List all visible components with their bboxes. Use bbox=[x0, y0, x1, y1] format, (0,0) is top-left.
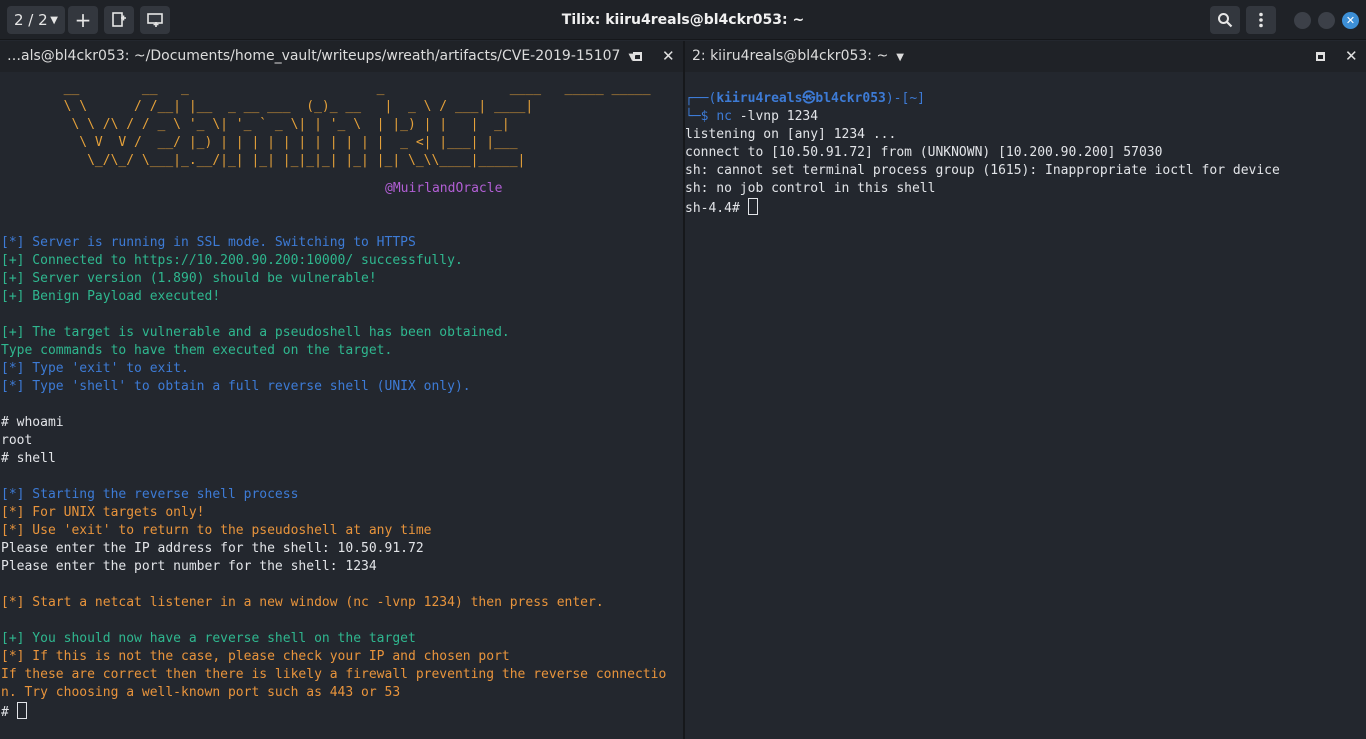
output-line: [*] If this is not the case, please chec… bbox=[1, 649, 510, 664]
output-line: [+] You should now have a reverse shell … bbox=[1, 631, 416, 646]
search-button[interactable] bbox=[1210, 6, 1240, 34]
output-line: [*] Start a netcat listener in a new win… bbox=[1, 595, 604, 610]
title-bar: 2 / 2 ▼ + Tilix: kiiru4reals@bl4ckr053: … bbox=[0, 0, 1366, 40]
output-line: listening on [any] 1234 ... bbox=[685, 127, 897, 142]
output-line: [*] Use 'exit' to return to the pseudosh… bbox=[1, 523, 432, 538]
prompt-text: # bbox=[1, 705, 17, 720]
banner-line: \ \ /\ / / _ \ '_ \| '_ ` _ \| | '_ \ | … bbox=[1, 117, 526, 132]
shell-prompt: # bbox=[1, 702, 27, 720]
output-line: Please enter the IP address for the shel… bbox=[1, 541, 424, 556]
banner-line: \_/\_/ \___|_.__/|_| |_| |_|_|_| |_| |_|… bbox=[1, 153, 526, 168]
menu-button[interactable] bbox=[1246, 6, 1276, 34]
banner-line: \ \ / /__| |__ _ __ ___ (_)_ __ | _ \ / … bbox=[1, 99, 534, 114]
banner-credit: @MuirlandOracle bbox=[385, 181, 503, 196]
left-terminal[interactable]: __ __ _ _ ____ _____ _____ \ \ / /__| |_… bbox=[0, 72, 683, 739]
command-args: -lvnp 1234 bbox=[731, 109, 819, 124]
right-pane-title: 2: kiiru4reals@bl4ckr053: ~ bbox=[692, 48, 889, 64]
prompt-corner: └─$ bbox=[685, 109, 717, 124]
output-line: If these are correct then there is likel… bbox=[1, 667, 667, 682]
output-line: # shell bbox=[1, 451, 56, 466]
output-line: [+] Connected to https://10.200.90.200:1… bbox=[1, 253, 463, 268]
output-line: [+] Benign Payload executed! bbox=[1, 289, 221, 304]
window-title: Tilix: kiiru4reals@bl4ckr053: ~ bbox=[561, 12, 805, 28]
command-name: nc bbox=[716, 109, 732, 124]
terminal-cursor bbox=[747, 198, 758, 215]
output-line: # whoami bbox=[1, 415, 64, 430]
maximize-pane-icon[interactable] bbox=[1316, 52, 1325, 61]
prompt-box-right: )-[~] bbox=[885, 91, 925, 106]
left-pane-title-button[interactable]: …als@bl4ckr053: ~/Documents/home_vault/w… bbox=[7, 41, 636, 73]
close-pane-icon[interactable]: ✕ bbox=[1345, 41, 1358, 72]
prompt-text: sh-4.4# bbox=[685, 201, 748, 216]
output-line: sh: no job control in this shell bbox=[685, 181, 936, 196]
output-line: Please enter the port number for the she… bbox=[1, 559, 377, 574]
banner-line: __ __ _ _ ____ _____ _____ bbox=[1, 81, 659, 96]
output-line: n. Try choosing a well-known port such a… bbox=[1, 685, 401, 700]
banner-line: \ V V / __/ |_) | | | | | | | | | | | _ … bbox=[1, 135, 526, 150]
output-line: [*] For UNIX targets only! bbox=[1, 505, 205, 520]
right-pane-header: 2: kiiru4reals@bl4ckr053: ~ ▼ ✕ bbox=[685, 41, 1366, 72]
output-line: [*] Server is running in SSL mode. Switc… bbox=[1, 235, 416, 250]
output-line: connect to [10.50.91.72] from (UNKNOWN) … bbox=[685, 145, 1163, 160]
output-line: [*] Starting the reverse shell process bbox=[1, 487, 299, 502]
left-pane-header: …als@bl4ckr053: ~/Documents/home_vault/w… bbox=[0, 41, 683, 72]
prompt-header: ┌──(kiiru4reals㉿bl4ckr053)-[~] bbox=[685, 90, 925, 108]
maximize-pane-icon[interactable] bbox=[633, 52, 642, 61]
kebab-menu-icon bbox=[1259, 12, 1263, 28]
maximize-button[interactable] bbox=[1318, 12, 1335, 29]
output-line: [*] Type 'shell' to obtain a full revers… bbox=[1, 379, 471, 394]
right-terminal[interactable]: ┌──(kiiru4reals㉿bl4ckr053)-[~] └─$ nc -l… bbox=[685, 72, 1366, 739]
prompt-command-line: └─$ nc -lvnp 1234 bbox=[685, 108, 818, 126]
search-icon bbox=[1218, 13, 1233, 28]
left-pane-title: …als@bl4ckr053: ~/Documents/home_vault/w… bbox=[7, 48, 621, 64]
output-line: Type commands to have them executed on t… bbox=[1, 343, 393, 358]
close-window-button[interactable]: ✕ bbox=[1342, 12, 1359, 29]
output-line: [+] The target is vulnerable and a pseud… bbox=[1, 325, 510, 340]
output-line: sh: cannot set terminal process group (1… bbox=[685, 163, 1280, 178]
right-pane-title-button[interactable]: 2: kiiru4reals@bl4ckr053: ~ ▼ bbox=[692, 41, 904, 73]
prompt-box-left: ┌──( bbox=[685, 91, 717, 106]
minimize-button[interactable] bbox=[1294, 12, 1311, 29]
output-line: [+] Server version (1.890) should be vul… bbox=[1, 271, 377, 286]
close-icon: ✕ bbox=[1345, 14, 1356, 27]
chevron-down-icon: ▼ bbox=[896, 52, 904, 63]
prompt-user-host: kiiru4reals㉿bl4ckr053 bbox=[716, 91, 886, 106]
terminal-cursor bbox=[16, 702, 27, 719]
output-line: [*] Type 'exit' to exit. bbox=[1, 361, 189, 376]
shell-prompt: sh-4.4# bbox=[685, 198, 758, 216]
close-pane-icon[interactable]: ✕ bbox=[662, 41, 675, 72]
output-line: root bbox=[1, 433, 33, 448]
